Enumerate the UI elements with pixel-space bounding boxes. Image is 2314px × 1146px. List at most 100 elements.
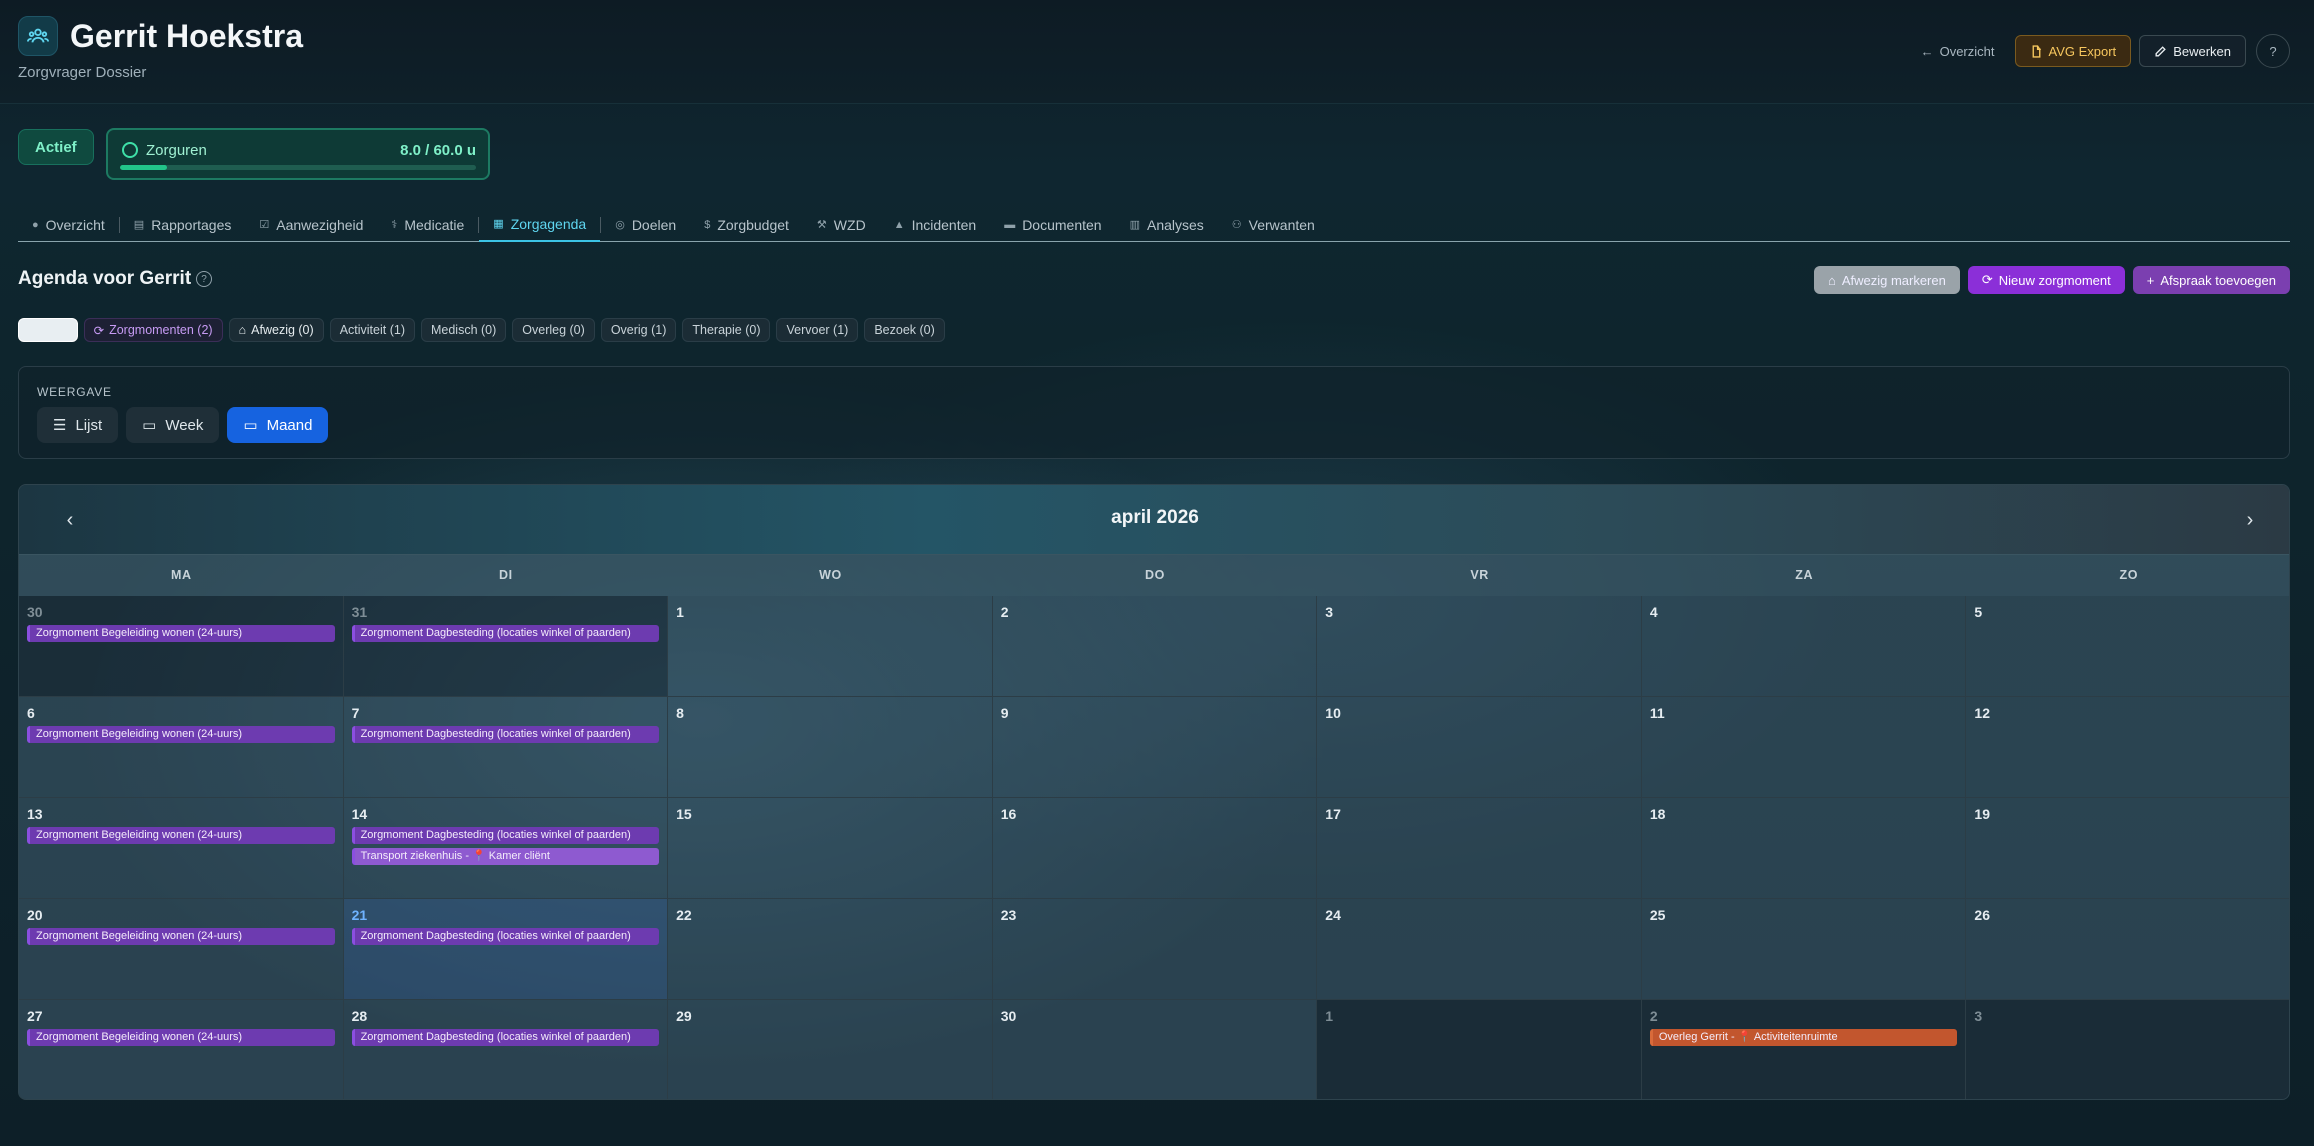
tab-overzicht[interactable]: ● Overzicht [18,208,119,242]
calendar-event[interactable]: Transport ziekenhuis - 📍 Kamer cliënt [351,848,660,865]
add-appointment-button[interactable]: + Afspraak toevoegen [2132,266,2290,294]
tab-label: Zorgagenda [510,215,587,232]
calendar-day-cell[interactable]: 27 Zorgmoment Begeleiding wonen (24-uurs) [19,1000,344,1099]
calendar-day-cell[interactable]: 31 Zorgmoment Dagbesteding (locaties wink… [343,596,669,697]
tab-label: Zorgbudget [717,216,789,233]
filter-chip[interactable]: Therapie (0) [682,318,771,342]
home-icon: ⌂ [238,323,247,337]
calendar-event[interactable]: Zorgmoment Begeleiding wonen (24-uurs) [27,726,335,743]
edit-button[interactable]: Bewerken [2139,35,2246,67]
calendar-day-cell[interactable]: 13 Zorgmoment Begeleiding wonen (24-uurs) [19,798,344,899]
filter-chip[interactable]: Vervoer (1) [776,318,859,342]
calendar-day-cell[interactable]: 24 [1317,899,1642,1000]
calendar-day-cell[interactable]: 2 Overleg Gerrit - 📍 Activiteitenruimte [1641,1000,1967,1099]
tab-documenten[interactable]: ▬ Documenten [990,208,1115,242]
calendar-event[interactable]: Zorgmoment Begeleiding wonen (24-uurs) [27,827,335,844]
calendar-day-cell[interactable]: 28 Zorgmoment Dagbesteding (locaties wink… [343,1000,669,1099]
list-icon: ☰ [53,417,67,434]
day-number: 20 [27,907,43,923]
tab-medicatie[interactable]: ⚕ Medicatie [377,208,478,242]
filter-chip[interactable]: ⟳ Zorgmomenten (2) [83,318,223,342]
next-month-button[interactable]: › [2239,509,2261,532]
calendar-day-cell[interactable]: 2 [992,596,1318,697]
care-hours-label: Zorguren [146,142,207,159]
calendar-day-cell[interactable]: 14 Zorgmoment Dagbesteding (locaties wink… [343,798,669,899]
calendar-event[interactable]: Zorgmoment Begeleiding wonen (24-uurs) [27,625,335,642]
tab-analyses[interactable]: ▥ Analyses [1116,208,1218,242]
calendar-day-cell[interactable]: 26 [1966,899,2289,1000]
filter-chip[interactable]: Activiteit (1) [329,318,415,342]
calendar-day-cell[interactable]: 10 [1317,697,1642,798]
calendar-day-cell[interactable]: 12 [1966,697,2289,798]
calendar-event[interactable]: Zorgmoment Begeleiding wonen (24-uurs) [27,928,335,945]
filter-chip[interactable]: ⌂ Afwezig (0) [228,318,324,342]
calendar-event[interactable]: Zorgmoment Begeleiding wonen (24-uurs) [27,1029,335,1046]
clock-icon [122,142,138,158]
arrow-left-icon: ← [1920,43,1934,59]
person-icon: ● [32,218,39,231]
filter-chip[interactable]: Overleg (0) [512,318,595,342]
filter-chip[interactable]: Alle (3) [18,318,78,342]
calendar-day-cell[interactable]: 25 [1641,899,1967,1000]
tab-incidenten[interactable]: ▲ Incidenten [880,208,991,242]
view-week-button[interactable]: ▭ Week [126,407,220,443]
filter-chip[interactable]: Overig (1) [600,318,677,342]
calendar-event[interactable]: Zorgmoment Dagbesteding (locaties winkel… [351,827,660,844]
calendar-day-cell[interactable]: 11 [1641,697,1967,798]
tab-wzd[interactable]: ⚒ WZD [803,208,880,242]
calendar-day-cell[interactable]: 30 Zorgmoment Begeleiding wonen (24-uurs) [19,596,344,697]
calendar-day-cell[interactable]: 21 Zorgmoment Dagbesteding (locaties wink… [343,899,669,1000]
day-number: 28 [351,1008,368,1024]
help-icon[interactable]: ? [196,271,212,287]
filter-chip[interactable]: Bezoek (0) [864,318,945,342]
repeat-icon: ⟳ [93,323,105,338]
calendar-day-cell[interactable]: 15 [668,798,993,899]
calendar-event[interactable]: Zorgmoment Dagbesteding (locaties winkel… [351,1029,660,1046]
mark-absent-button[interactable]: ⌂ Afwezig markeren [1813,266,1960,294]
calendar-day-cell[interactable]: 20 Zorgmoment Begeleiding wonen (24-uurs) [19,899,344,1000]
calendar-day-cell[interactable]: 8 [668,697,993,798]
tab-aanwezigheid[interactable]: ☑ Aanwezigheid [245,208,377,242]
tab-label: Rapportages [151,216,232,233]
calendar-day-cell[interactable]: 22 [668,899,993,1000]
calendar-day-cell[interactable]: 9 [992,697,1318,798]
view-list-button[interactable]: ☰ Lijst [37,407,119,443]
calendar-event[interactable]: Zorgmoment Dagbesteding (locaties winkel… [351,625,660,642]
calendar-day-cell[interactable]: 4 [1641,596,1967,697]
back-to-overview-link[interactable]: ← Overzicht [1909,35,2007,67]
filter-chip[interactable]: Medisch (0) [420,318,507,342]
avg-export-button[interactable]: AVG Export [2014,35,2132,67]
calendar-day-cell[interactable]: 6 Zorgmoment Begeleiding wonen (24-uurs) [19,697,344,798]
calendar-day-cell[interactable]: 30 [992,1000,1318,1099]
calendar-day-cell[interactable]: 1 [668,596,993,697]
calendar-day-cell[interactable]: 7 Zorgmoment Dagbesteding (locaties winke… [343,697,669,798]
day-number: 2 [1649,1008,1658,1024]
calendar-day-cell[interactable]: 23 [992,899,1318,1000]
calendar-day-cell[interactable]: 1 [1317,1000,1642,1099]
calendar-event[interactable]: Zorgmoment Dagbesteding (locaties winkel… [351,726,660,743]
tab-rapportages[interactable]: ▤ Rapportages [120,208,246,242]
care-hours-value: 8.0 / 60.0 u [400,142,476,159]
calendar-day-cell[interactable]: 17 [1317,798,1642,899]
calendar-day-cell[interactable]: 5 [1966,596,2289,697]
calendar-day-cell[interactable]: 3 [1317,596,1642,697]
calendar-event[interactable]: Zorgmoment Dagbesteding (locaties winkel… [351,928,660,945]
day-number: 2 [1000,604,1009,620]
tab-zorgbudget[interactable]: $ Zorgbudget [690,208,803,242]
calendar-event[interactable]: Overleg Gerrit - 📍 Activiteitenruimte [1649,1029,1958,1046]
calendar-day-cell[interactable]: 18 [1641,798,1967,899]
tab-verwanten[interactable]: ⚇ Verwanten [1218,208,1329,242]
care-hours-card: Zorguren 8.0 / 60.0 u [106,128,490,180]
calendar-day-cell[interactable]: 16 [992,798,1318,899]
day-number: 1 [676,604,684,620]
view-month-button[interactable]: ▭ Maand [227,407,329,443]
view-label: WEERGAVE [37,385,112,399]
calendar-day-cell[interactable]: 29 [668,1000,993,1099]
tab-zorgagenda[interactable]: ▦ Zorgagenda [479,208,601,242]
calendar-day-cell[interactable]: 3 [1966,1000,2289,1099]
tab-doelen[interactable]: ◎ Doelen [601,208,690,242]
tab-label: Aanwezigheid [276,216,364,233]
calendar-day-cell[interactable]: 19 [1966,798,2289,899]
help-button[interactable]: ? [2256,34,2290,68]
new-care-moment-button[interactable]: ⟳ Nieuw zorgmoment [1967,266,2125,294]
